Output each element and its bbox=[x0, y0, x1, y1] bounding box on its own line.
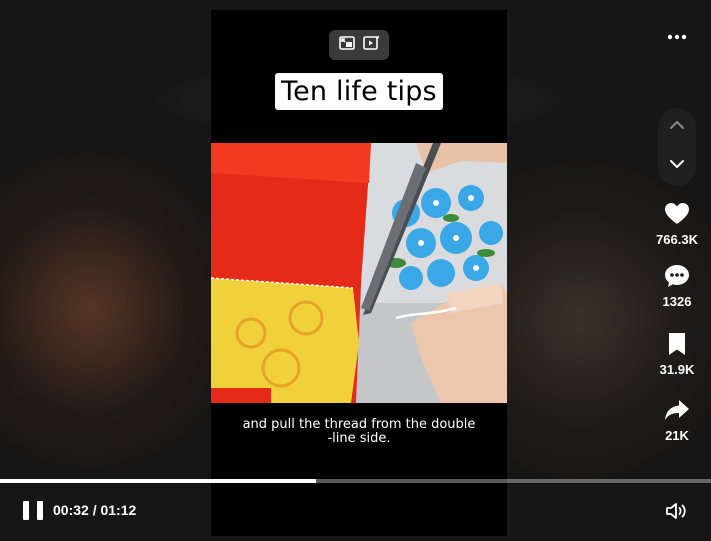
bookmark-count: 31.9K bbox=[659, 362, 695, 377]
volume-button[interactable] bbox=[664, 500, 690, 522]
bookmark-action[interactable]: 31.9K bbox=[647, 330, 707, 377]
comment-count: 1326 bbox=[662, 294, 692, 309]
comment-bubble-icon[interactable] bbox=[663, 262, 691, 290]
more-horizontal-icon bbox=[667, 34, 687, 40]
player-controls: 00:32 / 01:12 bbox=[0, 495, 711, 525]
share-arrow-icon[interactable] bbox=[663, 396, 691, 424]
like-count: 766.3K bbox=[656, 232, 698, 247]
next-video-button[interactable] bbox=[668, 157, 686, 176]
view-mode-pill bbox=[329, 30, 389, 60]
pause-button[interactable] bbox=[23, 501, 43, 521]
chevron-down-icon bbox=[670, 160, 684, 168]
video-navigation bbox=[658, 108, 696, 186]
previous-video-button[interactable] bbox=[668, 118, 686, 137]
subtitle-line-1: and pull the thread from the double bbox=[242, 417, 476, 432]
pause-icon-bar-left bbox=[23, 501, 29, 520]
auto-scroll-icon[interactable] bbox=[362, 34, 380, 57]
heart-icon[interactable] bbox=[663, 200, 691, 228]
subtitle-line-2: -line side. bbox=[327, 431, 391, 446]
bookmark-icon[interactable] bbox=[663, 330, 691, 358]
video-frame-image bbox=[211, 143, 507, 403]
mini-player-icon[interactable] bbox=[338, 34, 356, 57]
progress-bar[interactable] bbox=[0, 479, 711, 483]
chevron-up-icon bbox=[670, 121, 684, 129]
playback-time: 00:32 / 01:12 bbox=[53, 502, 136, 518]
comment-action[interactable]: 1326 bbox=[647, 262, 707, 309]
pause-icon-bar-right bbox=[37, 501, 43, 520]
share-action[interactable]: 21K bbox=[647, 396, 707, 443]
total-duration: 01:12 bbox=[100, 502, 137, 518]
volume-icon bbox=[666, 503, 686, 519]
ambient-glow-left bbox=[0, 150, 240, 470]
like-action[interactable]: 766.3K bbox=[647, 200, 707, 247]
current-time: 00:32 bbox=[53, 502, 89, 518]
time-separator: / bbox=[88, 502, 101, 518]
video-title-overlay: Ten life tips bbox=[275, 73, 443, 110]
progress-bar-fill bbox=[0, 479, 316, 483]
more-options-button[interactable] bbox=[664, 26, 690, 48]
share-count: 21K bbox=[665, 428, 689, 443]
video-subtitle: and pull the thread from the double -lin… bbox=[211, 418, 507, 446]
video-player[interactable]: Ten life tips and pull the thread from t… bbox=[211, 10, 507, 536]
video-frame bbox=[211, 143, 507, 403]
video-title: Ten life tips bbox=[281, 76, 437, 107]
